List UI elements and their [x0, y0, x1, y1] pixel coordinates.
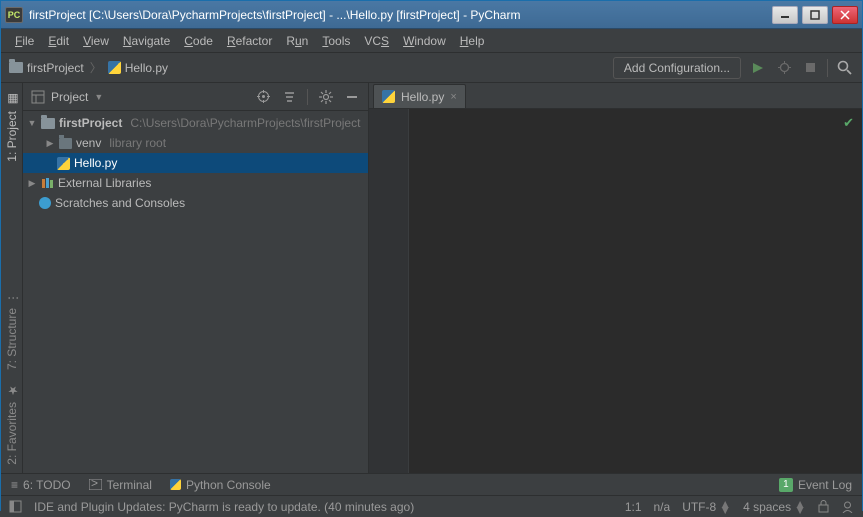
menu-refactor[interactable]: Refactor: [221, 32, 278, 50]
python-file-icon: [57, 157, 70, 170]
main-area: 1: Project ▦ 7: Structure ⋮ 2: Favorites…: [1, 83, 862, 473]
todo-tab[interactable]: ≡6: TODO: [11, 478, 71, 492]
locate-icon[interactable]: [255, 89, 271, 105]
tree-external-label: External Libraries: [58, 176, 151, 190]
maximize-button[interactable]: [802, 6, 828, 24]
python-icon: [170, 479, 181, 490]
external-libs-icon: [41, 177, 54, 189]
python-file-icon: [108, 61, 121, 74]
scratch-icon: [39, 197, 51, 209]
minimize-button[interactable]: [772, 6, 798, 24]
project-tree: ▼ firstProject C:\Users\Dora\PycharmProj…: [23, 111, 368, 473]
menu-navigate[interactable]: Navigate: [117, 32, 176, 50]
folder-icon: [9, 62, 23, 73]
hector-icon[interactable]: [841, 500, 854, 513]
project-panel-header: Project ▼: [23, 83, 368, 111]
folder-icon: [59, 138, 72, 149]
run-button[interactable]: [749, 59, 767, 77]
tree-venv-name: venv: [76, 136, 101, 150]
chevron-right-icon: 〉: [90, 59, 102, 76]
menu-tools[interactable]: Tools: [316, 32, 356, 50]
app-icon: PC: [5, 7, 23, 23]
terminal-tab[interactable]: >Terminal: [89, 478, 152, 492]
list-icon: ≡: [11, 478, 18, 492]
svg-text:>: >: [91, 479, 98, 490]
tree-root-path: C:\Users\Dora\PycharmProjects\firstProje…: [130, 116, 360, 130]
tree-root-name: firstProject: [59, 116, 122, 130]
line-number-gutter: [369, 109, 409, 473]
window-titlebar: PC firstProject [C:\Users\Dora\PycharmPr…: [1, 1, 862, 29]
gutter-tab-structure[interactable]: 7: Structure ⋮: [3, 284, 21, 378]
breadcrumb-project[interactable]: firstProject: [9, 61, 84, 75]
chevron-down-icon: ▼: [94, 92, 103, 102]
status-message: IDE and Plugin Updates: PyCharm is ready…: [34, 500, 414, 514]
python-file-icon: [382, 90, 395, 103]
tree-file-name: Hello.py: [74, 156, 117, 170]
main-menubar: File Edit View Navigate Code Refactor Ru…: [1, 29, 862, 53]
indent-setting[interactable]: 4 spaces▲▼: [743, 500, 806, 514]
stop-button[interactable]: [801, 59, 819, 77]
event-count-badge: 1: [779, 478, 793, 492]
breadcrumb-file-label: Hello.py: [125, 61, 168, 75]
arrow-down-icon: ▼: [27, 118, 37, 128]
structure-icon: ⋮: [6, 292, 18, 304]
editor-tab-hello[interactable]: Hello.py ×: [373, 84, 466, 108]
arrow-right-icon: ▶: [27, 178, 37, 189]
project-panel: Project ▼ ▼ firstProject C:\Users\Dora\P…: [23, 83, 369, 473]
menu-view[interactable]: View: [77, 32, 115, 50]
file-encoding[interactable]: UTF-8▲▼: [682, 500, 731, 514]
menu-edit[interactable]: Edit: [42, 32, 75, 50]
tree-root[interactable]: ▼ firstProject C:\Users\Dora\PycharmProj…: [23, 113, 368, 133]
menu-help[interactable]: Help: [454, 32, 491, 50]
star-icon: ★: [6, 386, 18, 398]
editor-tab-label: Hello.py: [401, 90, 444, 104]
navigation-bar: firstProject 〉 Hello.py Add Configuratio…: [1, 53, 862, 83]
menu-window[interactable]: Window: [397, 32, 452, 50]
tree-scratches[interactable]: Scratches and Consoles: [23, 193, 368, 213]
folder-icon: [41, 118, 55, 129]
breadcrumb-file[interactable]: Hello.py: [108, 61, 168, 75]
arrow-right-icon: ▶: [45, 138, 55, 149]
menu-file[interactable]: File: [9, 32, 40, 50]
event-log-tab[interactable]: 1Event Log: [779, 478, 852, 492]
project-icon: ▦: [6, 95, 18, 107]
project-panel-title[interactable]: Project ▼: [31, 90, 255, 104]
project-view-icon: [31, 90, 45, 104]
code-editor[interactable]: ✔: [369, 109, 862, 473]
hide-panel-icon[interactable]: [344, 89, 360, 105]
inspection-ok-icon: ✔: [843, 115, 854, 131]
add-configuration-button[interactable]: Add Configuration...: [613, 57, 741, 79]
breadcrumb-project-label: firstProject: [27, 61, 84, 75]
editor-body[interactable]: ✔: [409, 109, 862, 473]
lock-icon[interactable]: [818, 500, 829, 513]
close-icon[interactable]: ×: [450, 91, 456, 103]
breadcrumb: firstProject 〉 Hello.py: [9, 59, 613, 76]
gear-icon[interactable]: [318, 89, 334, 105]
left-tool-gutter: 1: Project ▦ 7: Structure ⋮ 2: Favorites…: [1, 83, 23, 473]
window-title: firstProject [C:\Users\Dora\PycharmProje…: [29, 8, 772, 22]
tree-scratch-label: Scratches and Consoles: [55, 196, 185, 210]
tree-file-hello[interactable]: Hello.py: [23, 153, 368, 173]
terminal-icon: >: [89, 479, 102, 490]
editor-area: Hello.py × ✔: [369, 83, 862, 473]
toggle-toolwindows-icon[interactable]: [9, 500, 22, 513]
status-bar: IDE and Plugin Updates: PyCharm is ready…: [1, 495, 862, 517]
tree-external-libs[interactable]: ▶ External Libraries: [23, 173, 368, 193]
editor-tabstrip: Hello.py ×: [369, 83, 862, 109]
line-separator[interactable]: n/a: [654, 500, 671, 514]
bottom-toolbar: ≡6: TODO >Terminal Python Console 1Event…: [1, 473, 862, 495]
menu-code[interactable]: Code: [178, 32, 219, 50]
tree-venv-note: library root: [109, 136, 166, 150]
menu-vcs[interactable]: VCS: [358, 32, 395, 50]
debug-button[interactable]: [775, 59, 793, 77]
caret-position[interactable]: 1:1: [625, 500, 642, 514]
gutter-tab-project[interactable]: 1: Project ▦: [3, 87, 21, 170]
close-button[interactable]: [832, 6, 858, 24]
gutter-tab-favorites[interactable]: 2: Favorites ★: [3, 378, 21, 473]
search-icon[interactable]: [836, 59, 854, 77]
tree-venv[interactable]: ▶ venv library root: [23, 133, 368, 153]
python-console-tab[interactable]: Python Console: [170, 478, 271, 492]
menu-run[interactable]: Run: [280, 32, 314, 50]
collapse-all-icon[interactable]: [281, 89, 297, 105]
